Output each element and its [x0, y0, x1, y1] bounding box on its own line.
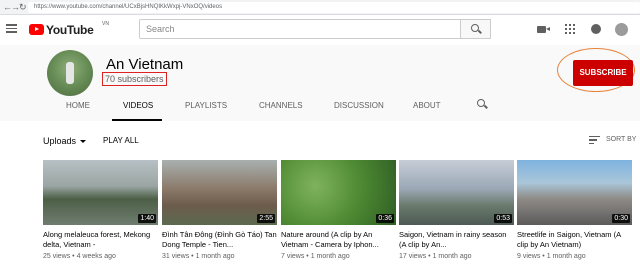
video-thumbnail[interactable]: 1:40	[43, 160, 158, 225]
video-card[interactable]: 0:30 Streetlife in Saigon, Vietnam (A cl…	[517, 160, 632, 260]
logo-country: VN	[102, 21, 109, 27]
video-card[interactable]: 2:55 Đình Tân Đông (Đình Gò Táo) Tan Don…	[162, 160, 277, 260]
video-duration: 2:55	[257, 214, 275, 223]
channel-header: An Vietnam 70 subscribers SUBSCRIBE HOME…	[0, 45, 640, 121]
video-thumbnail[interactable]: 0:53	[399, 160, 514, 225]
video-views: 31 views	[162, 253, 190, 260]
video-views: 7 views	[281, 253, 305, 260]
logo-text: YouTube	[46, 23, 94, 37]
uploads-label: Uploads	[43, 136, 77, 146]
video-duration: 0:30	[612, 214, 630, 223]
video-duration: 1:40	[138, 214, 156, 223]
channel-search-icon[interactable]	[477, 99, 485, 107]
active-tab-indicator	[112, 119, 162, 121]
search-icon	[471, 24, 479, 32]
search-button[interactable]	[461, 19, 491, 39]
video-title[interactable]: Along melaleuca forest, Mekong delta, Vi…	[43, 230, 158, 250]
video-thumbnail[interactable]: 0:36	[281, 160, 396, 225]
menu-icon[interactable]	[6, 24, 17, 33]
reload-icon[interactable]: ↻	[19, 1, 27, 13]
video-meta: 31 views • 1 month ago	[162, 253, 235, 260]
tab-channels[interactable]: CHANNELS	[259, 101, 303, 110]
sort-by-button[interactable]: SORT BY	[606, 136, 636, 143]
url-field[interactable]: https://www.youtube.com/channel/UCxBjsHN…	[28, 2, 640, 13]
youtube-masthead: YouTube VN	[0, 15, 640, 45]
video-duration: 0:53	[494, 214, 512, 223]
messages-icon[interactable]	[591, 24, 601, 34]
video-views: 25 views	[43, 253, 71, 260]
tab-videos[interactable]: VIDEOS	[123, 101, 153, 110]
account-avatar[interactable]	[615, 23, 628, 36]
play-all-button[interactable]: PLAY ALL	[103, 136, 139, 145]
video-meta: 7 views • 1 month ago	[281, 253, 350, 260]
search-input[interactable]	[139, 19, 461, 39]
video-title[interactable]: Streetlife in Saigon, Vietnam (A clip by…	[517, 230, 632, 250]
apps-icon[interactable]	[565, 24, 575, 34]
video-meta: 17 views • 1 month ago	[399, 253, 472, 260]
video-meta: 25 views • 4 weeks ago	[43, 253, 116, 260]
uploads-dropdown[interactable]: Uploads	[43, 136, 87, 146]
tab-playlists[interactable]: PLAYLISTS	[185, 101, 227, 110]
subscriber-count: 70 subscribers	[102, 72, 167, 86]
channel-avatar	[47, 50, 93, 96]
video-thumbnail[interactable]: 2:55	[162, 160, 277, 225]
chevron-down-icon	[80, 140, 87, 144]
video-age: 1 month ago	[432, 253, 472, 260]
video-card[interactable]: 0:53 Saigon, Vietnam in rainy season (A …	[399, 160, 514, 260]
video-title[interactable]: Nature around (A clip by An Vietnam - Ca…	[281, 230, 396, 250]
video-card[interactable]: 0:36 Nature around (A clip by An Vietnam…	[281, 160, 396, 260]
browser-address-bar: ← → ↻ https://www.youtube.com/channel/UC…	[0, 0, 640, 15]
subscribe-button[interactable]: SUBSCRIBE	[573, 60, 633, 86]
create-video-icon[interactable]	[537, 26, 550, 33]
video-views: 9 views	[517, 253, 541, 260]
channel-name: An Vietnam	[106, 56, 184, 73]
tab-home[interactable]: HOME	[66, 101, 90, 110]
video-age: 1 month ago	[195, 253, 235, 260]
video-thumbnail[interactable]: 0:30	[517, 160, 632, 225]
video-card[interactable]: 1:40 Along melaleuca forest, Mekong delt…	[43, 160, 158, 260]
channel-tabs: HOME VIDEOS PLAYLISTS CHANNELS DISCUSSIO…	[0, 95, 640, 121]
video-age: 4 weeks ago	[76, 253, 116, 260]
video-meta: 9 views • 1 month ago	[517, 253, 586, 260]
video-age: 1 month ago	[310, 253, 350, 260]
video-views: 17 views	[399, 253, 427, 260]
video-age: 1 month ago	[546, 253, 586, 260]
video-title[interactable]: Đình Tân Đông (Đình Gò Táo) Tan Dong Tem…	[162, 230, 277, 250]
video-duration: 0:36	[376, 214, 394, 223]
tab-discussion[interactable]: DISCUSSION	[334, 101, 384, 110]
tab-about[interactable]: ABOUT	[413, 101, 441, 110]
video-title[interactable]: Saigon, Vietnam in rainy season (A clip …	[399, 230, 514, 250]
sort-icon[interactable]	[589, 136, 600, 144]
youtube-play-icon	[29, 24, 44, 35]
